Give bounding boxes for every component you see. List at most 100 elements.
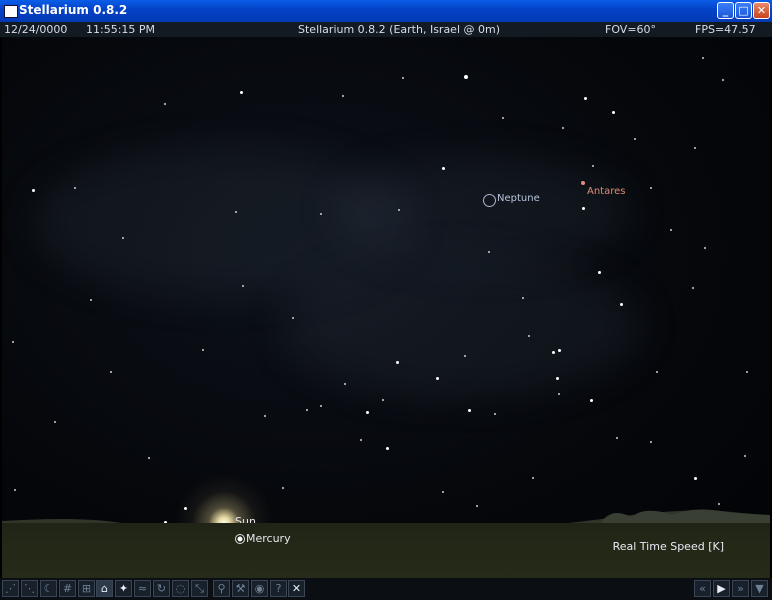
star — [612, 111, 615, 114]
star — [620, 303, 623, 306]
star — [468, 409, 471, 412]
play-icon[interactable]: ▶ — [713, 580, 730, 597]
star — [148, 457, 150, 459]
star — [464, 75, 468, 79]
help-icon[interactable]: ? — [270, 580, 287, 597]
star — [110, 371, 112, 373]
star — [235, 211, 237, 213]
star — [342, 95, 344, 97]
star — [522, 297, 524, 299]
ground-icon[interactable]: ⌂ — [96, 580, 113, 597]
constellation-art-icon[interactable]: ☾ — [40, 580, 57, 597]
star — [12, 341, 14, 343]
star — [704, 247, 706, 249]
planet-names-icon[interactable]: ◌ — [172, 580, 189, 597]
star — [14, 489, 16, 491]
constellation-lines-icon[interactable]: ⋰ — [2, 580, 19, 597]
star — [366, 411, 369, 414]
config-icon[interactable]: ⚒ — [232, 580, 249, 597]
bottom-toolbar: ⋰ ⋱ ☾ # ⊞ ⌂ ✦ ≈ ↻ ◌ ⤡ ⚲ ⚒ ◉ ? ✕ « ▶ » ▼ — [0, 578, 772, 600]
star — [744, 455, 746, 457]
star — [558, 349, 561, 352]
equatorial-mount-icon[interactable]: ⤡ — [191, 580, 208, 597]
location-readout: Stellarium 0.8.2 (Earth, Israel @ 0m) — [298, 23, 501, 36]
atmosphere-icon[interactable]: ≈ — [134, 580, 151, 597]
star — [240, 91, 243, 94]
star — [74, 187, 76, 189]
nebula-names-icon[interactable]: ↻ — [153, 580, 170, 597]
sky-view[interactable]: Neptune Antares Sun Mercury Real Time Sp… — [2, 37, 770, 578]
mercury-label: Mercury — [246, 532, 291, 545]
star — [670, 229, 672, 231]
star — [242, 285, 244, 287]
minimize-button[interactable]: _ — [717, 2, 734, 19]
close-button[interactable]: ✕ — [753, 2, 770, 19]
info-bar: 12/24/0000 11:55:15 PM Stellarium 0.8.2 … — [0, 22, 772, 37]
star — [494, 413, 496, 415]
star — [292, 317, 294, 319]
night-mode-icon[interactable]: ◉ — [251, 580, 268, 597]
mercury-marker[interactable] — [235, 534, 245, 544]
time-readout: 11:55:15 PM — [86, 23, 156, 36]
fov-readout: FOV=60° — [605, 23, 657, 36]
star — [282, 487, 284, 489]
star — [436, 377, 439, 380]
time-menu-icon[interactable]: ▼ — [751, 580, 768, 597]
antares-star[interactable] — [581, 181, 585, 185]
star — [32, 189, 35, 192]
app-icon — [4, 5, 18, 18]
star — [656, 371, 658, 373]
star — [562, 127, 564, 129]
window-titlebar[interactable]: Stellarium 0.8.2 _ □ ✕ — [0, 0, 772, 22]
star — [464, 355, 466, 357]
star — [202, 349, 204, 351]
star — [692, 287, 694, 289]
star — [320, 213, 322, 215]
star — [650, 441, 652, 443]
star — [552, 351, 555, 354]
search-icon[interactable]: ⚲ — [213, 580, 230, 597]
star — [722, 79, 724, 81]
milky-way-cloud — [332, 157, 632, 267]
window-title: Stellarium 0.8.2 — [19, 3, 128, 17]
star — [382, 399, 384, 401]
equatorial-grid-icon[interactable]: ⊞ — [78, 580, 95, 597]
star — [558, 393, 560, 395]
star — [320, 405, 322, 407]
neptune-marker[interactable] — [483, 194, 496, 207]
fast-forward-icon[interactable]: » — [732, 580, 749, 597]
star — [344, 383, 346, 385]
star — [122, 237, 124, 239]
neptune-label: Neptune — [497, 193, 540, 204]
star — [402, 77, 404, 79]
star — [54, 421, 56, 423]
star — [398, 209, 400, 211]
star — [488, 251, 490, 253]
antares-label: Antares — [587, 186, 626, 197]
cardinal-points-icon[interactable]: ✦ — [115, 580, 132, 597]
star — [442, 491, 444, 493]
star — [590, 399, 593, 402]
star — [584, 97, 587, 100]
star — [528, 335, 530, 337]
star — [598, 271, 601, 274]
maximize-button[interactable]: □ — [735, 2, 752, 19]
fps-readout: FPS=47.57 — [695, 23, 756, 36]
constellation-names-icon[interactable]: ⋱ — [21, 580, 38, 597]
milky-way-cloud — [282, 257, 642, 397]
star — [360, 439, 362, 441]
star — [386, 447, 389, 450]
star — [582, 207, 585, 210]
quit-icon[interactable]: ✕ — [288, 580, 305, 597]
star — [306, 409, 308, 411]
time-speed-indicator: Real Time Speed [K] — [612, 540, 724, 553]
azimuth-grid-icon[interactable]: # — [59, 580, 76, 597]
star — [694, 147, 696, 149]
star — [746, 371, 748, 373]
star — [164, 103, 166, 105]
rewind-icon[interactable]: « — [694, 580, 711, 597]
star — [702, 57, 704, 59]
star — [694, 477, 697, 480]
date-readout: 12/24/0000 — [4, 23, 68, 36]
star — [634, 138, 636, 140]
